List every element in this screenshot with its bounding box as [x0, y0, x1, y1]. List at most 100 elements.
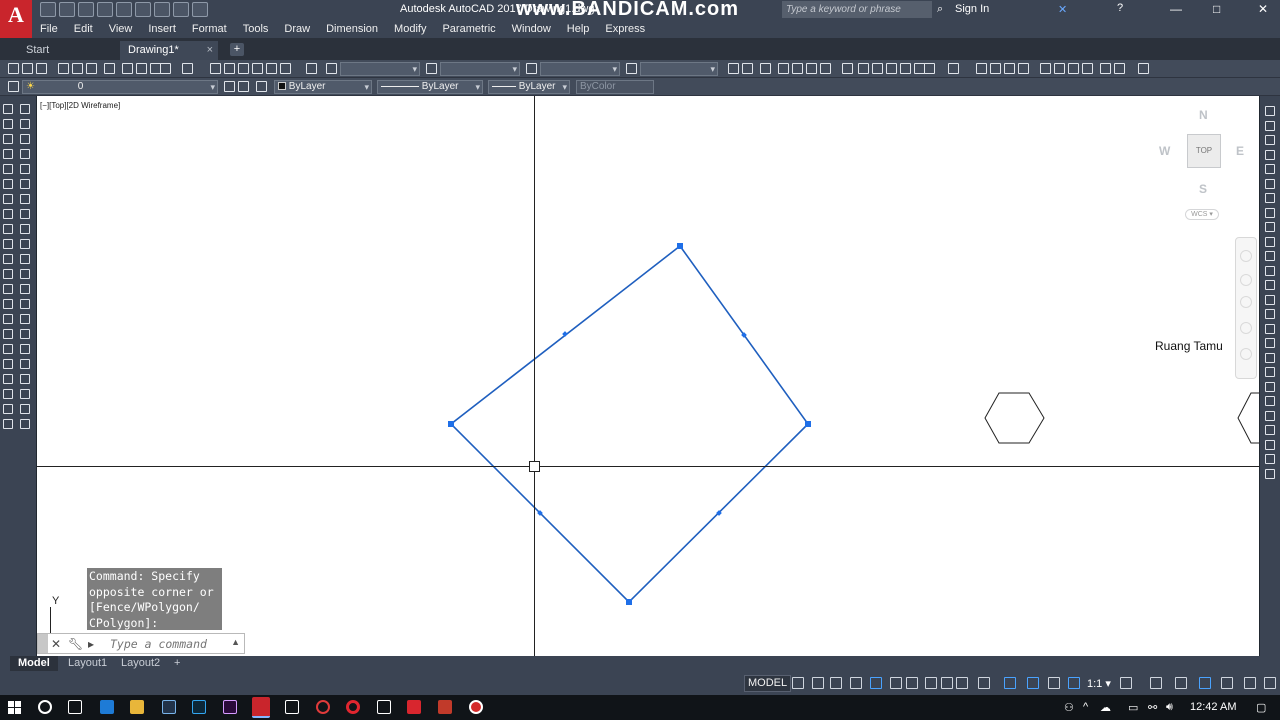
grip-bottom[interactable]	[626, 599, 632, 605]
modify-tool-icon[interactable]	[20, 134, 30, 144]
help-icon[interactable]: ?	[1117, 2, 1123, 14]
task-view-icon[interactable]	[68, 700, 82, 714]
viewcube-south[interactable]: S	[1199, 182, 1207, 196]
view-icon-d[interactable]	[1054, 63, 1065, 74]
pan-nav-icon[interactable]	[1240, 274, 1252, 286]
view-icon-f[interactable]	[1082, 63, 1093, 74]
docked-tool-icon[interactable]	[1265, 352, 1275, 363]
toolbar-sheetset-icon[interactable]	[252, 63, 263, 74]
draw-tool-icon[interactable]	[3, 329, 13, 339]
new-icon[interactable]	[40, 2, 56, 17]
new-tab-button[interactable]: +	[230, 43, 244, 56]
undo-icon[interactable]	[154, 2, 170, 17]
modify-tool-icon[interactable]	[20, 299, 30, 309]
photoshop-icon[interactable]	[192, 700, 206, 714]
status-toggle-icon[interactable]	[941, 677, 953, 689]
status-toggle-icon[interactable]	[830, 677, 842, 689]
view-icon-e[interactable]	[1068, 63, 1079, 74]
menu-draw[interactable]: Draw	[284, 23, 310, 35]
modify-tool-icon[interactable]	[20, 344, 30, 354]
modify-tool-icon[interactable]	[20, 389, 30, 399]
hand-icon[interactable]	[976, 63, 987, 74]
toolbar-redo-icon[interactable]	[182, 63, 193, 74]
store-icon[interactable]	[377, 700, 391, 714]
docked-tool-icon[interactable]	[1265, 120, 1275, 131]
model-space-button[interactable]: MODEL	[744, 675, 792, 692]
modify-tool-icon[interactable]	[20, 419, 30, 429]
toolbar-preview-icon[interactable]	[72, 63, 83, 74]
add-layout-button[interactable]: +	[166, 656, 188, 671]
minimize-icon[interactable]: —	[1170, 2, 1182, 16]
docked-tool-icon[interactable]	[1265, 468, 1275, 479]
docked-tool-icon[interactable]	[1265, 396, 1275, 406]
toolbar-toolpalette-icon[interactable]	[238, 63, 249, 74]
docked-tool-icon[interactable]	[1265, 236, 1275, 247]
status-toggle-icon[interactable]	[956, 677, 968, 689]
docked-tool-icon[interactable]	[1265, 193, 1275, 203]
layer-properties-icon[interactable]	[8, 81, 19, 92]
chevron-up-icon[interactable]: ▲	[231, 637, 240, 647]
draw-tool-icon[interactable]	[3, 254, 13, 264]
text-ruang-tamu[interactable]: Ruang Tamu	[1155, 339, 1223, 353]
docked-tool-icon[interactable]	[1265, 454, 1275, 464]
view-icon-c[interactable]	[1040, 63, 1051, 74]
docked-tool-icon[interactable]	[1265, 439, 1275, 450]
docked-tool-icon[interactable]	[1265, 309, 1275, 319]
dim-style-icon[interactable]	[426, 63, 437, 74]
toolbar-properties-icon[interactable]	[210, 63, 221, 74]
draw-tool-icon[interactable]	[3, 179, 13, 189]
wrench-icon[interactable]: 🔧︎	[68, 637, 83, 651]
qat-dropdown-icon[interactable]	[192, 2, 208, 17]
view-icon-g[interactable]	[1100, 63, 1111, 74]
layer-match-icon[interactable]	[256, 81, 267, 92]
status-toggle-icon[interactable]	[1120, 677, 1132, 689]
wcs-menu[interactable]: WCS ▾	[1185, 209, 1219, 220]
draw-tool-icon[interactable]	[3, 104, 13, 114]
draw-tool-icon[interactable]	[3, 389, 13, 399]
exchange-icon[interactable]: ✕	[1058, 3, 1067, 16]
binoculars-icon[interactable]: ⌕	[937, 3, 943, 16]
mleader-style-dropdown[interactable]: ▾	[640, 62, 718, 76]
docked-tool-icon[interactable]	[1265, 323, 1275, 334]
network-icon[interactable]: ⚯	[1148, 701, 1157, 714]
menu-modify[interactable]: Modify	[394, 23, 426, 35]
draw-tool-icon[interactable]	[3, 194, 13, 204]
color-dropdown[interactable]: ByLayer ▾	[274, 80, 372, 94]
view-icon-i[interactable]	[1138, 63, 1149, 74]
taskbar-clock[interactable]: 12:42 AM	[1190, 701, 1236, 713]
status-toggle-icon[interactable]	[812, 677, 824, 689]
tray-chevron-icon[interactable]: ^	[1083, 701, 1088, 713]
plot-icon[interactable]	[135, 2, 151, 17]
table-style-icon[interactable]	[526, 63, 537, 74]
modify-tool-icon[interactable]	[20, 194, 30, 204]
toolbar-undo-icon[interactable]	[160, 63, 171, 74]
modify-tool-icon[interactable]	[20, 224, 30, 234]
menu-dimension[interactable]: Dimension	[326, 23, 378, 35]
docked-tool-icon[interactable]	[1265, 381, 1275, 392]
layer-unisolate-icon[interactable]	[872, 63, 883, 74]
sign-in-button[interactable]: Sign In	[955, 3, 989, 15]
toolbar-save-icon[interactable]	[36, 63, 47, 74]
docked-tool-icon[interactable]	[1265, 106, 1275, 116]
status-toggle-icon[interactable]	[1004, 677, 1016, 689]
open-icon[interactable]	[59, 2, 75, 17]
draw-tool-icon[interactable]	[3, 164, 13, 174]
status-toggle-icon[interactable]	[1068, 677, 1080, 689]
viewcube-north[interactable]: N	[1199, 108, 1208, 122]
toolbar-help-icon[interactable]	[306, 63, 317, 74]
status-toggle-icon[interactable]	[1175, 677, 1187, 689]
app-shield-icon[interactable]	[407, 700, 421, 714]
battery-icon[interactable]: ▭	[1128, 701, 1138, 714]
menu-insert[interactable]: Insert	[148, 23, 176, 35]
plotstyle-dropdown[interactable]: ByColor	[576, 80, 654, 94]
draw-tool-icon[interactable]	[3, 209, 13, 219]
orbit-nav-icon[interactable]	[1240, 322, 1252, 334]
showmotion-nav-icon[interactable]	[1240, 348, 1252, 360]
draw-tool-icon[interactable]	[3, 299, 13, 309]
draw-tool-icon[interactable]	[3, 314, 13, 324]
grip-left[interactable]	[448, 421, 454, 427]
draw-tool-icon[interactable]	[3, 149, 13, 159]
layer-off-icon[interactable]	[900, 63, 911, 74]
status-toggle-icon[interactable]	[1048, 677, 1060, 689]
modify-tool-icon[interactable]	[20, 254, 30, 264]
